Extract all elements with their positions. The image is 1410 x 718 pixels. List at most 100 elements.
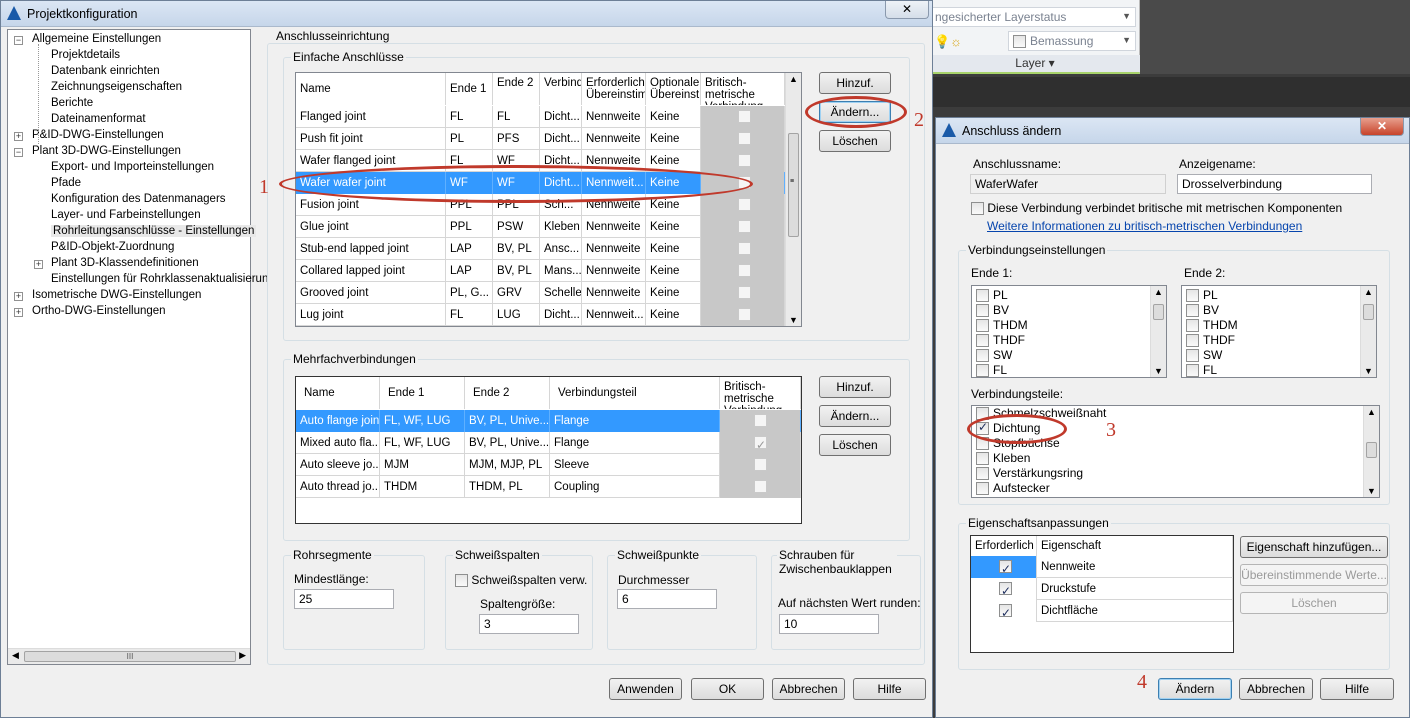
table-row[interactable]: Grooved joint PL, G... GRV Schelle Nennweite… (296, 282, 785, 304)
scroll-up-icon[interactable]: ▲ (1367, 407, 1376, 417)
british-metric-check[interactable] (971, 202, 984, 216)
cancel-button[interactable]: Abbrechen (772, 678, 845, 700)
scroll-up-icon[interactable]: ▲ (1154, 287, 1163, 297)
british-metric-checkbox[interactable] (738, 286, 751, 300)
table-row[interactable]: Stub-end lapped joint LAP BV, PL Ansc... Nen… (296, 238, 785, 260)
british-metric-checkbox[interactable] (738, 264, 751, 278)
british-metric-checkbox[interactable] (738, 110, 751, 124)
multi-connections-grid[interactable]: Name Ende 1 Ende 2 Verbindungsteil Britisch-… (295, 376, 802, 524)
column-header[interactable]: Name (296, 377, 380, 409)
tree-item[interactable]: Layer- und Farbeinstellungen (51, 209, 201, 221)
list-item-checkbox[interactable] (1186, 364, 1199, 377)
delete-multi-button[interactable]: Löschen (819, 434, 891, 456)
column-header[interactable]: Verbindungsteil (540, 73, 582, 105)
column-header[interactable]: Ende 1 (446, 73, 493, 105)
min-length-input[interactable]: 25 (294, 589, 394, 609)
list-item-checkbox[interactable] (976, 349, 989, 363)
weld-gap-checkbox[interactable]: Schweißspalten verw. (455, 573, 587, 588)
end1-list[interactable]: PL BV THDM THDF SW FL ▲ ▼ (971, 285, 1167, 378)
dialog-help-button[interactable]: Hilfe (1320, 678, 1394, 700)
property-grid[interactable]: ErforderlichEigenschaftNennweiteDruckstu… (970, 535, 1234, 653)
column-header[interactable]: Erforderlich (971, 536, 1037, 556)
tree-item[interactable]: Plant 3D-DWG-Einstellungen (32, 145, 181, 157)
dialog-change-button[interactable]: Ändern (1158, 678, 1232, 700)
list-item[interactable]: Kleben (976, 451, 1030, 466)
scroll-thumb[interactable] (1153, 304, 1164, 320)
tree-item[interactable]: Ortho-DWG-Einstellungen (32, 305, 166, 317)
tree-item[interactable]: P&ID-DWG-Einstellungen (32, 129, 164, 141)
column-header[interactable]: Britisch-metrische Verbindung (701, 73, 785, 105)
required-checkbox[interactable] (999, 558, 1012, 578)
gap-size-input[interactable]: 3 (479, 614, 579, 634)
list-item[interactable]: SW (1186, 348, 1222, 363)
list-item-checkbox[interactable] (976, 334, 989, 348)
add-property-button[interactable]: Eigenschaft hinzufügen... (1240, 536, 1388, 558)
list-item[interactable]: THDF (976, 333, 1025, 348)
tree-item[interactable]: Datenbank einrichten (51, 65, 160, 77)
layer-combo[interactable]: Bemassung ▼ (1008, 31, 1136, 51)
tree-item[interactable]: Zeichnungseigenschaften (51, 81, 182, 93)
ribbon-panel-title[interactable]: Layer ▾ (930, 55, 1140, 72)
scroll-thumb[interactable] (1363, 304, 1374, 320)
list-item[interactable]: FL (1186, 363, 1217, 377)
list-item-checkbox[interactable] (976, 304, 989, 318)
table-row[interactable]: Glue joint PPL PSW Kleben Nennweite Keine (296, 216, 785, 238)
apply-button[interactable]: Anwenden (609, 678, 682, 700)
scroll-down-icon[interactable]: ▼ (1154, 366, 1163, 376)
required-checkbox[interactable] (999, 602, 1012, 622)
table-row[interactable]: Mixed auto fla... FL, WF, LUG BV, PL, Univ… (296, 432, 801, 454)
column-header[interactable]: Ende 2 (493, 73, 540, 105)
british-metric-checkbox[interactable] (754, 480, 767, 494)
display-name-input[interactable]: Drosselverbindung (1177, 174, 1372, 194)
end1-scrollbar[interactable]: ▲ ▼ (1150, 286, 1166, 377)
tree-item[interactable]: Plant 3D-Klassendefinitionen (51, 257, 199, 269)
tree-item[interactable]: Allgemeine Einstellungen (32, 33, 161, 45)
column-header[interactable]: Britisch-metrische Verbindung (720, 377, 801, 409)
table-row[interactable]: Auto thread jo... THDM THDM, PL Coupling (296, 476, 801, 498)
table-row[interactable]: Push fit joint PL PFS Dicht... Nennweite Kein… (296, 128, 785, 150)
table-row[interactable]: Druckstufe (971, 578, 1233, 600)
column-header[interactable]: Verbindungsteil (550, 377, 720, 409)
scroll-down-icon[interactable]: ▼ (789, 315, 798, 325)
scroll-left-icon[interactable]: ◀ (12, 650, 19, 661)
tree-item[interactable]: P&ID-Objekt-Zuordnung (51, 241, 174, 253)
scroll-thumb[interactable] (1366, 442, 1377, 458)
british-metric-checkbox[interactable] (754, 458, 767, 472)
scroll-up-icon[interactable]: ▲ (1364, 287, 1373, 297)
layer-state-combo[interactable]: ngesicherter Layerstatus ▼ (932, 7, 1136, 27)
list-item[interactable]: PL (1186, 288, 1218, 303)
scroll-right-icon[interactable]: ▶ (239, 650, 246, 661)
list-item[interactable]: Verstärkungsring (976, 466, 1083, 481)
scroll-down-icon[interactable]: ▼ (1367, 486, 1376, 496)
british-metric-checkbox[interactable] (738, 308, 751, 322)
list-item-checkbox[interactable] (1186, 304, 1199, 318)
list-item[interactable]: PL (976, 288, 1008, 303)
british-metric-checkbox[interactable] (754, 434, 767, 454)
british-metric-checkbox[interactable] (738, 198, 751, 212)
british-metric-checkbox[interactable] (738, 154, 751, 168)
column-header[interactable]: Name (296, 73, 446, 105)
ok-button[interactable]: OK (691, 678, 764, 700)
scroll-thumb[interactable]: III (24, 651, 236, 662)
edit-multi-button[interactable]: Ändern... (819, 405, 891, 427)
list-item[interactable]: BV (1186, 303, 1219, 318)
tree-item[interactable]: Rohrleitungsanschlüsse - Einstellungen (51, 225, 257, 237)
table-row[interactable]: Dichtfläche (971, 600, 1233, 622)
tree-item[interactable]: Einstellungen für Rohrklassenaktualisier… (51, 273, 268, 285)
list-item[interactable]: THDF (1186, 333, 1235, 348)
british-metric-checkbox[interactable] (754, 414, 767, 428)
list-item[interactable]: Aufstecker (976, 481, 1050, 496)
expand-toggle-icon[interactable]: − (14, 36, 23, 45)
table-row[interactable]: Nennweite (971, 556, 1233, 578)
scroll-thumb[interactable]: ≡ (788, 133, 799, 237)
list-item-checkbox[interactable] (976, 467, 989, 481)
list-item-checkbox[interactable] (976, 319, 989, 333)
tree-item[interactable]: Pfade (51, 177, 81, 189)
dialog-cancel-button[interactable]: Abbrechen (1239, 678, 1313, 700)
list-item[interactable]: BV (976, 303, 1009, 318)
parts-scrollbar[interactable]: ▲ ▼ (1363, 406, 1379, 497)
list-item-checkbox[interactable] (976, 452, 989, 466)
expand-toggle-icon[interactable]: − (14, 148, 23, 157)
tree-item[interactable]: Projektdetails (51, 49, 120, 61)
table-row[interactable]: Flanged joint FL FL Dicht... Nennweite Keine (296, 106, 785, 128)
